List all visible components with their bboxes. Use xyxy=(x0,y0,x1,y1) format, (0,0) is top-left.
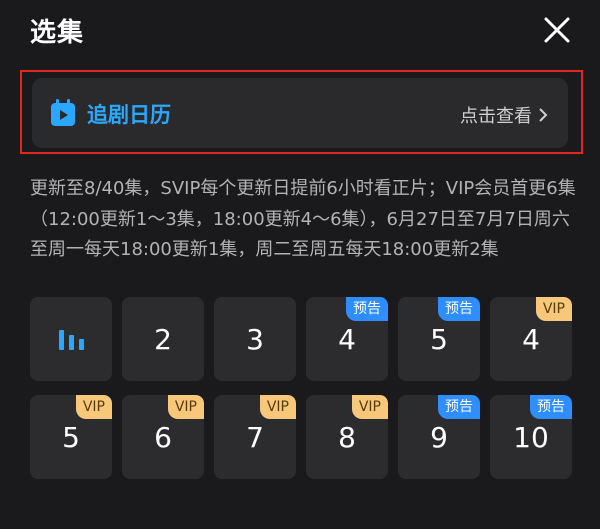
episode-tile-playing[interactable] xyxy=(30,297,112,381)
episode-tile[interactable]: 4 VIP xyxy=(490,297,572,381)
close-icon xyxy=(544,17,570,43)
episode-tile[interactable]: 3 xyxy=(214,297,296,381)
vip-badge: VIP xyxy=(351,395,388,419)
preview-badge: 预告 xyxy=(346,297,388,321)
episode-tile[interactable]: 10 预告 xyxy=(490,395,572,479)
calendar-play-icon xyxy=(51,99,75,126)
episode-grid: 2 3 4 预告 5 预告 4 VIP 5 VIP 6 VIP 7 VIP 8 … xyxy=(30,297,575,479)
episode-tile[interactable]: 7 VIP xyxy=(214,395,296,479)
episode-number: 3 xyxy=(246,322,264,356)
drama-calendar-entry[interactable]: 追剧日历 点击查看 xyxy=(32,78,568,148)
vip-badge: VIP xyxy=(75,395,112,419)
preview-badge: 预告 xyxy=(438,395,480,419)
view-calendar-label: 点击查看 xyxy=(460,106,532,127)
episode-tile[interactable]: 9 预告 xyxy=(398,395,480,479)
vip-badge: VIP xyxy=(535,297,572,321)
preview-badge: 预告 xyxy=(438,297,480,321)
episode-tile[interactable]: 8 VIP xyxy=(306,395,388,479)
header: 选集 xyxy=(0,0,600,60)
vip-badge: VIP xyxy=(167,395,204,419)
update-schedule-text: 更新至8/40集，SVIP每个更新日提前6小时看正片；VIP会员首更6集（12:… xyxy=(30,178,576,260)
close-button[interactable] xyxy=(540,13,574,47)
episode-tile[interactable]: 6 VIP xyxy=(122,395,204,479)
episode-tile[interactable]: 5 预告 xyxy=(398,297,480,381)
episode-tile[interactable]: 4 预告 xyxy=(306,297,388,381)
preview-badge: 预告 xyxy=(530,395,572,419)
episode-number: 2 xyxy=(154,322,172,356)
calendar-label: 追剧日历 xyxy=(87,103,171,127)
episode-tile[interactable]: 5 VIP xyxy=(30,395,112,479)
chevron-right-icon xyxy=(539,108,548,122)
page-title: 选集 xyxy=(30,18,85,48)
episode-tile[interactable]: 2 xyxy=(122,297,204,381)
vip-badge: VIP xyxy=(259,395,296,419)
view-calendar-link[interactable]: 点击查看 xyxy=(460,102,548,128)
now-playing-icon xyxy=(59,330,84,350)
